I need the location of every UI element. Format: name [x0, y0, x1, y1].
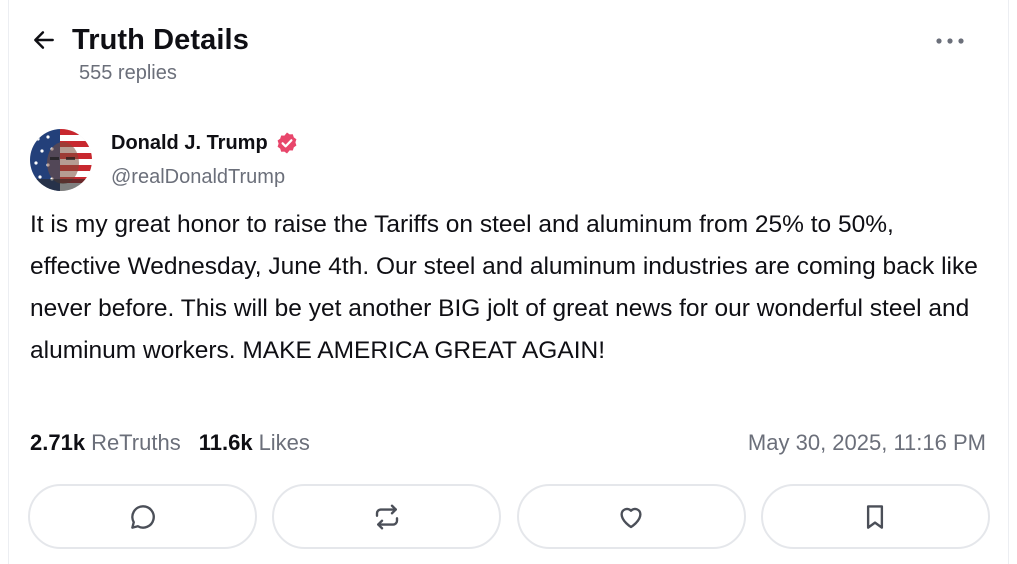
more-options-button[interactable] [928, 28, 972, 54]
page-title: Truth Details [72, 23, 249, 56]
post-timestamp: May 30, 2025, 11:16 PM [747, 430, 986, 455]
likes-count: 11.6k [198, 430, 253, 455]
author-name[interactable]: Donald J. Trump [111, 132, 268, 155]
more-horizontal-icon [936, 38, 964, 44]
author-handle[interactable]: @realDonaldTrump [111, 166, 285, 189]
verified-badge-icon [277, 132, 297, 154]
page-header: Truth Details [30, 20, 249, 60]
replies-count: 555 replies [79, 62, 177, 84]
bookmark-button[interactable] [760, 484, 990, 549]
retruths-label: ReTruths [91, 430, 181, 455]
reply-button[interactable] [28, 484, 257, 549]
retruths-stat[interactable]: 2.71k ReTruths [30, 430, 181, 456]
post-stats: 2.71k ReTruths 11.6k Likes [30, 430, 328, 456]
post-text: It is my great honor to raise the Tariff… [30, 211, 978, 364]
bookmark-icon [867, 504, 884, 529]
repost-icon [375, 504, 399, 529]
likes-label: Likes [258, 430, 310, 455]
action-bar [28, 484, 990, 549]
author-row: Donald J. Trump [111, 131, 299, 155]
likes-stat[interactable]: 11.6k Likes [199, 430, 310, 456]
chat-bubble-icon [130, 504, 155, 529]
back-button[interactable] [26, 22, 62, 58]
retruth-button[interactable] [272, 484, 502, 549]
retruths-count: 2.71k [30, 430, 86, 455]
arrow-left-icon [34, 31, 54, 49]
heart-icon [620, 507, 642, 528]
avatar[interactable] [30, 129, 92, 191]
like-button[interactable] [516, 484, 746, 549]
